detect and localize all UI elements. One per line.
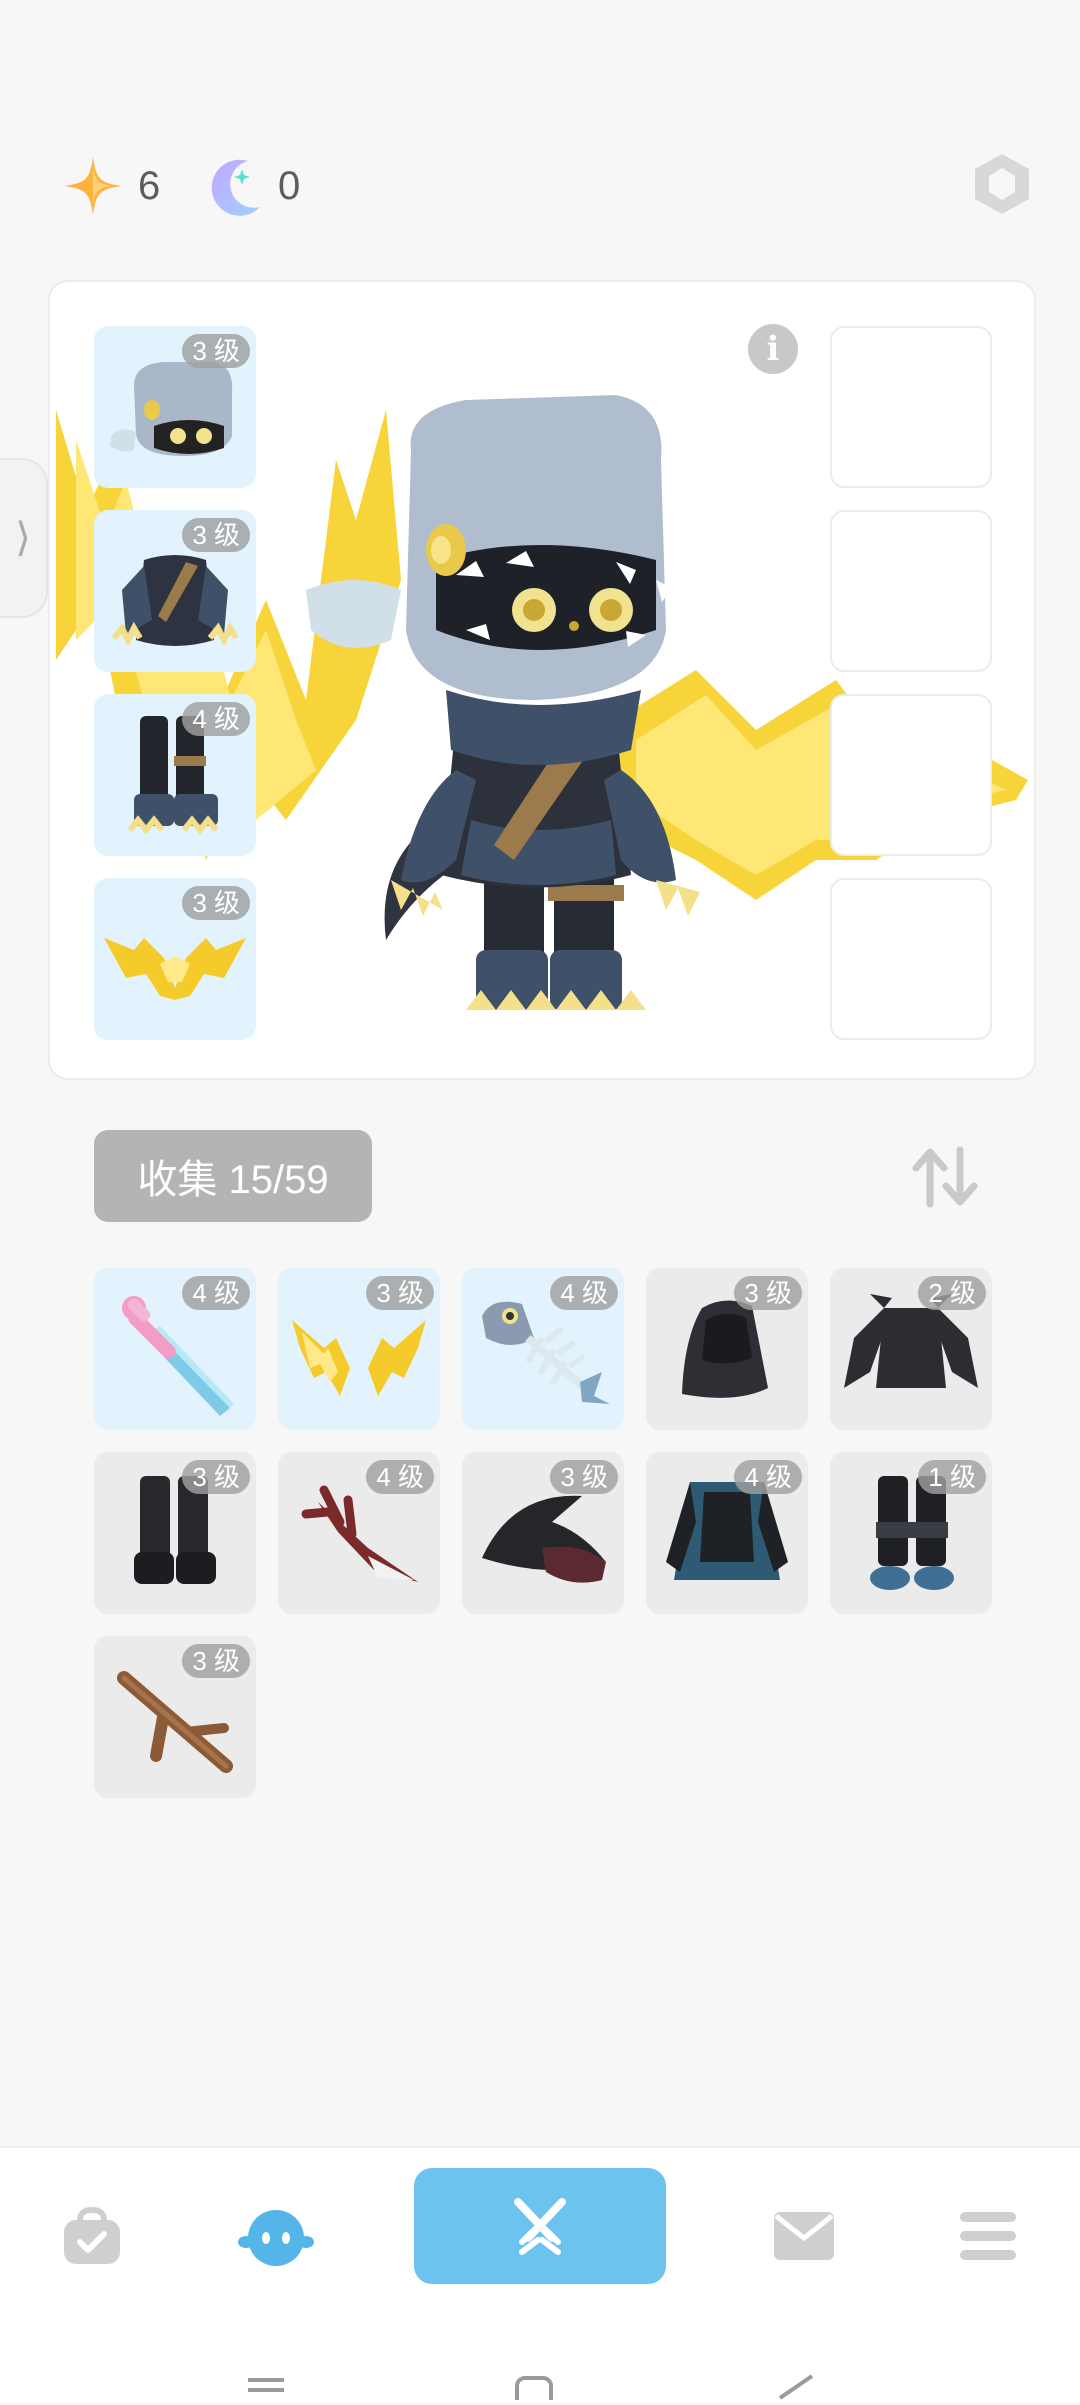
star-count: 6 xyxy=(138,163,161,208)
side-panel-toggle[interactable]: ⟩ xyxy=(0,458,48,618)
bag-icon xyxy=(64,2206,120,2264)
equip-slot-head[interactable]: 3 级 xyxy=(94,326,256,488)
collection-item[interactable]: 4 级 xyxy=(462,1268,624,1430)
collection-item[interactable]: 4 级 xyxy=(278,1452,440,1614)
level-badge: 3 级 xyxy=(182,334,250,368)
level-badge: 3 级 xyxy=(366,1276,434,1310)
collection-item[interactable]: 3 级 xyxy=(278,1268,440,1430)
star-currency: 6 xyxy=(62,150,160,222)
chevron-right-icon: ⟩ xyxy=(15,516,31,560)
level-badge: 4 级 xyxy=(182,702,250,736)
level-badge: 4 级 xyxy=(182,1276,250,1310)
battle-icon xyxy=(514,2198,566,2255)
equip-slot-back[interactable]: 3 级 xyxy=(94,878,256,1040)
level-badge: 1 级 xyxy=(918,1460,986,1494)
collection-item[interactable]: 4 级 xyxy=(94,1268,256,1430)
level-badge: 3 级 xyxy=(550,1460,618,1494)
equip-slot-body[interactable]: 3 级 xyxy=(94,510,256,672)
empty-slot-2[interactable] xyxy=(830,510,992,672)
collection-item[interactable]: 3 级 xyxy=(94,1452,256,1614)
collection-item[interactable]: 1 级 xyxy=(830,1452,992,1614)
collection-item[interactable]: 3 级 xyxy=(462,1452,624,1614)
nav-battle[interactable] xyxy=(414,2168,666,2284)
collection-item[interactable]: 3 级 xyxy=(94,1636,256,1798)
system-home-icon[interactable] xyxy=(514,2372,554,2405)
nav-bag[interactable] xyxy=(52,2196,132,2276)
collection-item[interactable]: 4 级 xyxy=(646,1452,808,1614)
level-badge: 4 级 xyxy=(734,1460,802,1494)
level-badge: 4 级 xyxy=(550,1276,618,1310)
system-recents-icon[interactable] xyxy=(246,2372,286,2405)
collection-filter-button[interactable]: 收集 15/59 xyxy=(94,1130,372,1222)
level-badge: 4 级 xyxy=(366,1460,434,1494)
collection-item[interactable]: 3 级 xyxy=(646,1268,808,1430)
empty-slot-1[interactable] xyxy=(830,326,992,488)
level-badge: 3 级 xyxy=(182,886,250,920)
nav-mail[interactable] xyxy=(764,2196,844,2276)
system-back-icon[interactable] xyxy=(776,2372,816,2405)
equip-slot-legs[interactable]: 4 级 xyxy=(94,694,256,856)
level-badge: 3 级 xyxy=(182,1460,250,1494)
sort-icon[interactable] xyxy=(908,1140,982,1214)
level-badge: 3 级 xyxy=(182,1644,250,1678)
level-badge: 3 级 xyxy=(182,518,250,552)
menu-icon xyxy=(960,2212,1016,2260)
nav-character[interactable] xyxy=(236,2196,316,2276)
character-icon xyxy=(238,2210,314,2266)
mail-icon xyxy=(774,2212,834,2260)
nav-menu[interactable] xyxy=(948,2196,1028,2276)
moon-count: 0 xyxy=(278,163,301,208)
star-icon xyxy=(64,157,122,215)
moon-icon xyxy=(211,159,260,216)
collection-item[interactable]: 2 级 xyxy=(830,1268,992,1430)
empty-slot-3[interactable] xyxy=(830,694,992,856)
settings-hexagon-icon[interactable] xyxy=(968,150,1036,218)
level-badge: 3 级 xyxy=(734,1276,802,1310)
info-button[interactable]: i xyxy=(748,324,798,374)
moon-currency: 0 xyxy=(208,150,300,222)
empty-slot-4[interactable] xyxy=(830,878,992,1040)
level-badge: 2 级 xyxy=(918,1276,986,1310)
